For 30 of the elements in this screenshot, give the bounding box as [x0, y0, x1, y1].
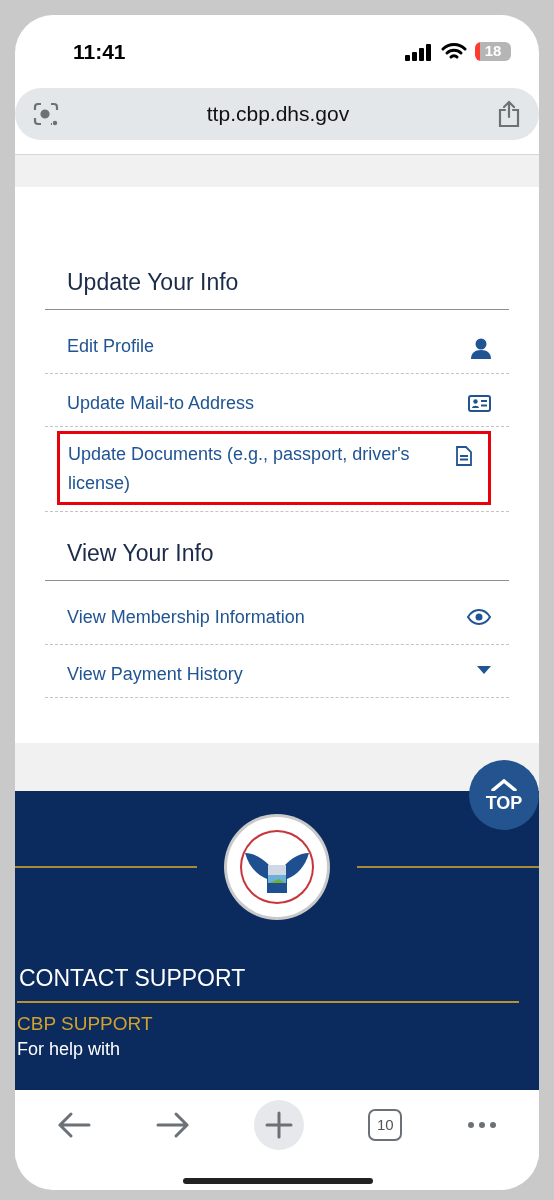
address-bar[interactable]: ttp.cbp.dhs.gov	[15, 88, 539, 140]
battery-level: 18	[475, 42, 511, 61]
menu-link[interactable]: Update Documents (e.g., passport, driver's license)	[57, 430, 491, 506]
url-text: ttp.cbp.dhs.gov	[205, 101, 351, 128]
back-icon[interactable]	[57, 1111, 92, 1139]
share-icon[interactable]	[497, 100, 521, 128]
footer-subheading: CBP SUPPORT	[16, 1011, 154, 1036]
menu-link[interactable]: View Payment History	[45, 644, 509, 698]
id-card-icon	[468, 394, 491, 412]
footer-text: For help with	[16, 1039, 122, 1060]
more-icon[interactable]	[466, 1121, 497, 1129]
footer-heading: CONTACT SUPPORT	[17, 921, 519, 1003]
camera-search-icon[interactable]	[33, 101, 59, 127]
new-tab-button[interactable]	[253, 1100, 304, 1150]
plus-icon	[264, 1111, 293, 1139]
menu-link[interactable]: View Membership Information	[45, 580, 509, 644]
caret-down-icon	[477, 665, 491, 674]
eye-icon	[467, 608, 491, 625]
menu-link[interactable]: Edit Profile	[45, 309, 509, 373]
menu-link[interactable]: Update Mail-to Address	[45, 373, 509, 426]
clock-time: 11:41	[73, 38, 126, 65]
tab-count-button[interactable]: 10	[368, 1109, 403, 1141]
chevron-up-icon	[491, 778, 517, 791]
section-heading: View Your Info	[66, 540, 215, 569]
person-icon	[471, 337, 491, 360]
wifi-icon	[441, 42, 467, 61]
forward-icon[interactable]	[155, 1111, 190, 1139]
signal-icon	[405, 42, 433, 61]
document-icon	[456, 445, 472, 466]
section-heading: Update Your Info	[66, 269, 240, 297]
